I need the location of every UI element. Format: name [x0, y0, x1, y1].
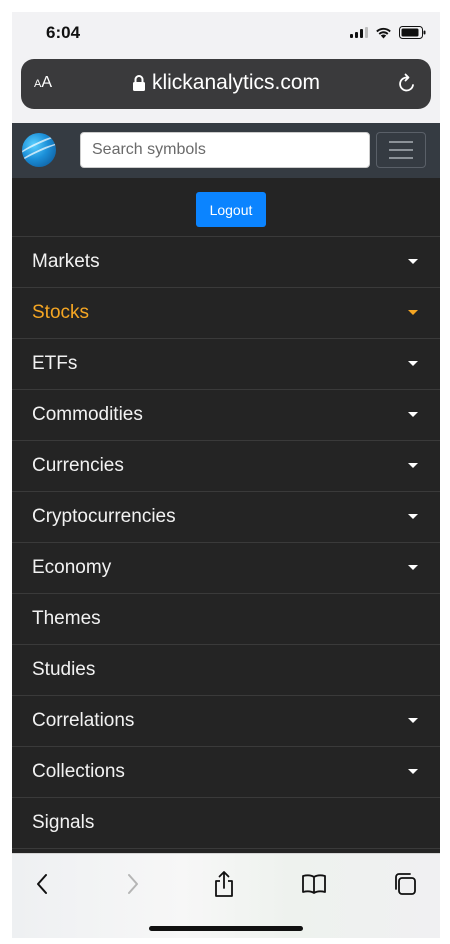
menu-item-etfs[interactable]: ETFs [12, 339, 440, 390]
search-input[interactable] [80, 132, 370, 168]
menu-item-themes[interactable]: Themes [12, 594, 440, 645]
caret-down-icon[interactable] [408, 514, 418, 519]
home-indicator [149, 926, 303, 931]
bookmarks-icon [302, 874, 326, 894]
status-icons [350, 26, 426, 39]
caret-down-icon[interactable] [408, 259, 418, 264]
menu-item-stocks[interactable]: Stocks [12, 288, 440, 339]
menu-item-label: Signals [32, 812, 95, 833]
menu-item-collections[interactable]: Collections [12, 747, 440, 798]
battery-icon [399, 26, 426, 39]
browser-toolbar [12, 853, 440, 938]
menu-item-economy[interactable]: Economy [12, 543, 440, 594]
menu-item-label: Markets [32, 251, 100, 272]
share-button[interactable] [204, 866, 244, 902]
site-header [12, 123, 440, 178]
back-icon [37, 874, 47, 894]
caret-down-icon[interactable] [408, 361, 418, 366]
forward-button[interactable] [113, 866, 153, 902]
menu-item-label: Cryptocurrencies [32, 506, 176, 527]
menu-toggle-button[interactable] [376, 132, 426, 168]
address-field[interactable]: klickanalytics.com [21, 71, 431, 95]
tabs-button[interactable] [385, 866, 425, 902]
lock-icon [132, 75, 145, 91]
bookmarks-button[interactable] [294, 866, 334, 902]
caret-down-icon[interactable] [408, 769, 418, 774]
menu-item-label: Themes [32, 608, 101, 629]
logout-row: Logout [12, 178, 440, 237]
menu-item-label: Currencies [32, 455, 124, 476]
cellular-signal-icon [350, 27, 368, 38]
menu-item-label: ETFs [32, 353, 78, 374]
share-icon [215, 871, 233, 897]
phone-screen: 6:04 AA klickanalytics.com Search symbol… [12, 12, 440, 938]
hamburger-icon [389, 141, 413, 143]
menu-item-studies[interactable]: Studies [12, 645, 440, 696]
url-bar[interactable]: AA klickanalytics.com [21, 59, 431, 109]
tabs-icon [395, 873, 416, 895]
menu-item-correlations[interactable]: Correlations [12, 696, 440, 747]
url-text: klickanalytics.com [151, 71, 321, 94]
caret-down-icon[interactable] [408, 718, 418, 723]
menu-item-cryptocurrencies[interactable]: Cryptocurrencies [12, 492, 440, 543]
caret-down-icon[interactable] [408, 463, 418, 468]
menu-item-label: Collections [32, 761, 125, 782]
menu-item-label: Correlations [32, 710, 135, 731]
nav-menu: Logout Markets Stocks ETFs Commodities Curre… [12, 178, 440, 853]
site-logo[interactable] [22, 133, 56, 167]
back-button[interactable] [22, 866, 62, 902]
forward-icon [128, 874, 138, 894]
caret-down-icon[interactable] [408, 310, 418, 315]
status-bar: 6:04 [12, 12, 440, 56]
menu-item-label: Stocks [32, 302, 90, 323]
menu-item-currencies[interactable]: Currencies [12, 441, 440, 492]
status-time: 6:04 [46, 23, 81, 42]
menu-item-label: Commodities [32, 404, 143, 425]
menu-items: Markets Stocks ETFs Commodities Currencies Cr… [12, 237, 440, 849]
menu-item-signals[interactable]: Signals [12, 798, 440, 849]
menu-item-label: Economy [32, 557, 112, 578]
caret-down-icon[interactable] [408, 412, 418, 417]
menu-item-label: Studies [32, 659, 96, 680]
caret-down-icon[interactable] [408, 565, 418, 570]
menu-item-commodities[interactable]: Commodities [12, 390, 440, 441]
wifi-icon [376, 27, 391, 39]
logout-button[interactable]: Logout [196, 192, 266, 227]
menu-item-markets[interactable]: Markets [12, 237, 440, 288]
reload-icon[interactable] [395, 72, 419, 96]
